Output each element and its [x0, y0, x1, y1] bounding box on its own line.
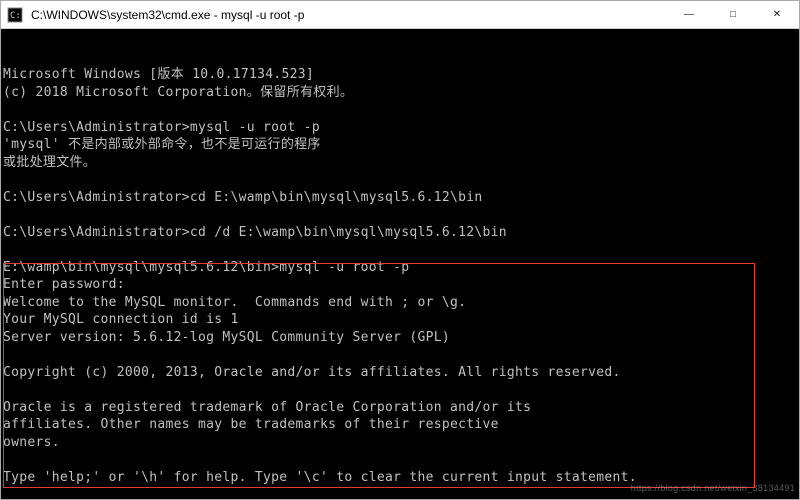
maximize-button[interactable]: □	[711, 1, 755, 28]
cmd-window: C: C:\WINDOWS\system32\cmd.exe - mysql -…	[0, 0, 800, 500]
window-controls: — □ ✕	[667, 1, 799, 28]
close-button[interactable]: ✕	[755, 1, 799, 28]
titlebar[interactable]: C: C:\WINDOWS\system32\cmd.exe - mysql -…	[1, 1, 799, 29]
window-title: C:\WINDOWS\system32\cmd.exe - mysql -u r…	[29, 8, 667, 22]
console-text: Microsoft Windows [版本 10.0.17134.523] (c…	[3, 66, 799, 499]
svg-text:C:: C:	[10, 11, 21, 21]
console-area[interactable]: Microsoft Windows [版本 10.0.17134.523] (c…	[1, 29, 799, 499]
watermark: https://blog.csdn.net/weixin_38134491	[631, 480, 795, 498]
minimize-button[interactable]: —	[667, 1, 711, 28]
cmd-icon: C:	[1, 7, 29, 23]
